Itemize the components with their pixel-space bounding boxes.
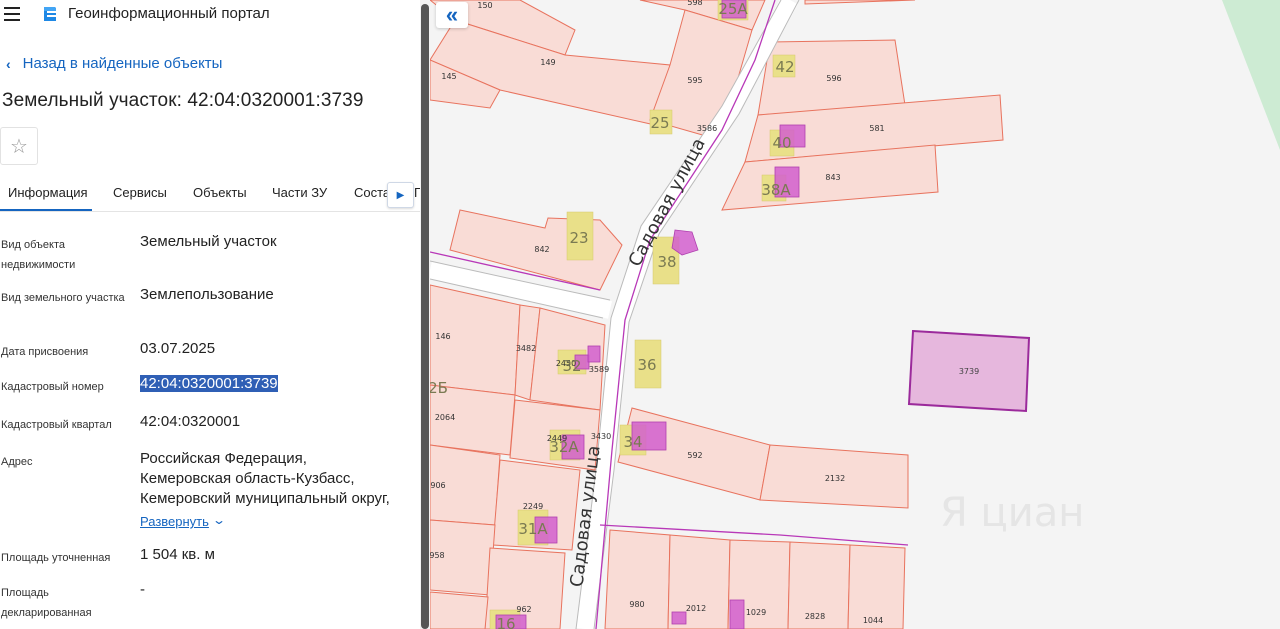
field-value: Земельный участок [140, 233, 277, 250]
parcel-number: 980 [629, 600, 644, 609]
back-link-label: Назад в найденные объекты [22, 55, 223, 72]
parcel-number: 150 [477, 1, 492, 10]
field-value: 03.07.2025 [140, 340, 216, 357]
parcel-number: 1044 [863, 616, 883, 625]
star-icon: ☆ [10, 135, 28, 158]
tab-scroll-button[interactable]: ▶ [387, 182, 414, 208]
parcel-number: 3589 [589, 365, 609, 374]
tab-services[interactable]: Сервисы [113, 185, 167, 200]
tab-composition[interactable]: Соста [354, 185, 390, 200]
back-to-results-link[interactable]: ‹ Назад в найденные объекты [6, 55, 222, 72]
favorite-button[interactable]: ☆ [0, 127, 38, 165]
parcel[interactable] [604, 529, 671, 629]
app-title: Геоинформационный портал [68, 5, 270, 22]
house-number: 38А [761, 181, 791, 199]
house-number: 42 [775, 58, 794, 76]
top-bar: Геоинформационный портал [0, 0, 420, 30]
field-label: Площадь уточненная [1, 552, 111, 564]
parcel-number: 3482 [516, 344, 536, 353]
parcel-number: 906 [430, 481, 445, 490]
parcel-number: 3430 [591, 432, 611, 441]
parcel-number: 592 [687, 451, 702, 460]
house-number: 25А [718, 0, 748, 18]
object-title: Земельный участок: 42:04:0320001:3739 [2, 90, 364, 111]
house-number: 16 [496, 615, 515, 629]
active-tab-indicator [0, 209, 92, 211]
selected-text: 42:04:0320001:3739 [140, 375, 278, 392]
parcel-number: 581 [869, 124, 884, 133]
house-number: 36 [637, 356, 656, 374]
parcel-number: 958 [430, 551, 445, 560]
field-value-selected[interactable]: 42:04:0320001:3739 [140, 374, 410, 394]
parcel-number: 2249 [523, 502, 543, 511]
parcel-number: 842 [534, 245, 549, 254]
parcel-number: 962 [516, 605, 531, 614]
map-view[interactable]: 3739 150 149 145 598 595 596 581 843 358… [430, 0, 1280, 629]
parcel[interactable] [430, 591, 489, 629]
parcel-number: 2012 [686, 604, 706, 613]
building [729, 599, 745, 629]
chevron-down-icon[interactable]: ⌄ [212, 513, 226, 527]
tab-info[interactable]: Информация [8, 185, 88, 200]
panel-scrollbar[interactable] [420, 0, 430, 629]
address-line: Российская Федерация, [140, 450, 307, 467]
field-label: Адрес [1, 456, 33, 468]
house-number: 32А [549, 438, 579, 456]
field-label: Кадастровый квартал [1, 419, 112, 431]
double-chevron-left-icon[interactable]: « [436, 2, 468, 28]
parcel-number: 3586 [697, 124, 717, 133]
parcel-number: 595 [687, 76, 702, 85]
parcel-number: 598 [687, 0, 702, 7]
tab-bar: Информация Сервисы Объекты Части ЗУ Сост… [0, 178, 420, 212]
parcel-number: 146 [435, 332, 450, 341]
house-number: 25 [650, 114, 669, 132]
green-area [1222, 0, 1280, 150]
scrollbar-thumb[interactable] [421, 4, 429, 629]
house-number: 32 [562, 357, 581, 375]
parcel-number: 2828 [805, 612, 825, 621]
house-number: 23 [569, 229, 588, 247]
map-canvas[interactable]: 3739 150 149 145 598 595 596 581 843 358… [430, 0, 1280, 629]
parcel-number: 1029 [746, 608, 766, 617]
parcel-number: 2132 [825, 474, 845, 483]
house-number: 34 [623, 433, 642, 451]
parcel-number: 843 [825, 173, 840, 182]
field-label: Вид земельного участка [1, 292, 125, 304]
parcel[interactable] [804, 0, 916, 5]
hamburger-icon[interactable] [4, 7, 20, 21]
parcel-number: 2064 [435, 413, 455, 422]
parcel-number: 596 [826, 74, 841, 83]
house-number: 31А [518, 520, 548, 538]
tab-parts[interactable]: Части ЗУ [272, 185, 327, 200]
field-value: 1 504 кв. м [140, 546, 215, 563]
field-label: Дата присвоения [1, 346, 89, 358]
field-value: Землепользование [140, 286, 274, 303]
building [587, 345, 601, 363]
field-value: - [140, 581, 145, 598]
expand-address-link[interactable]: Развернуть [140, 514, 209, 529]
triangle-right-icon: ▶ [396, 189, 405, 201]
chevron-left-icon: ‹ [6, 55, 11, 72]
building [671, 611, 687, 625]
parcel-number: 145 [441, 72, 456, 81]
field-label: Вид объекта недвижимости [1, 239, 76, 271]
field-label: Кадастровый номер [1, 381, 104, 393]
object-info-panel: Геоинформационный портал ‹ Назад в найде… [0, 0, 420, 629]
address-line: Кемеровский муниципальный округ, [140, 490, 390, 507]
map-watermark: Я циан [940, 490, 1085, 536]
selected-parcel-label: 3739 [959, 367, 979, 376]
tab-objects[interactable]: Объекты [193, 185, 247, 200]
field-label: Площадь декларированная [1, 587, 92, 619]
house-number: 38 [657, 253, 676, 271]
field-value: 42:04:0320001 [140, 413, 241, 430]
address-line: Кемеровская область-Кузбасс, [140, 470, 355, 487]
parcel-number: 149 [540, 58, 555, 67]
portal-logo-icon [44, 7, 56, 21]
house-number: 40 [772, 134, 791, 152]
address-value: Российская Федерация, Кемеровская област… [140, 449, 410, 509]
house-number: 2Б [430, 379, 448, 397]
